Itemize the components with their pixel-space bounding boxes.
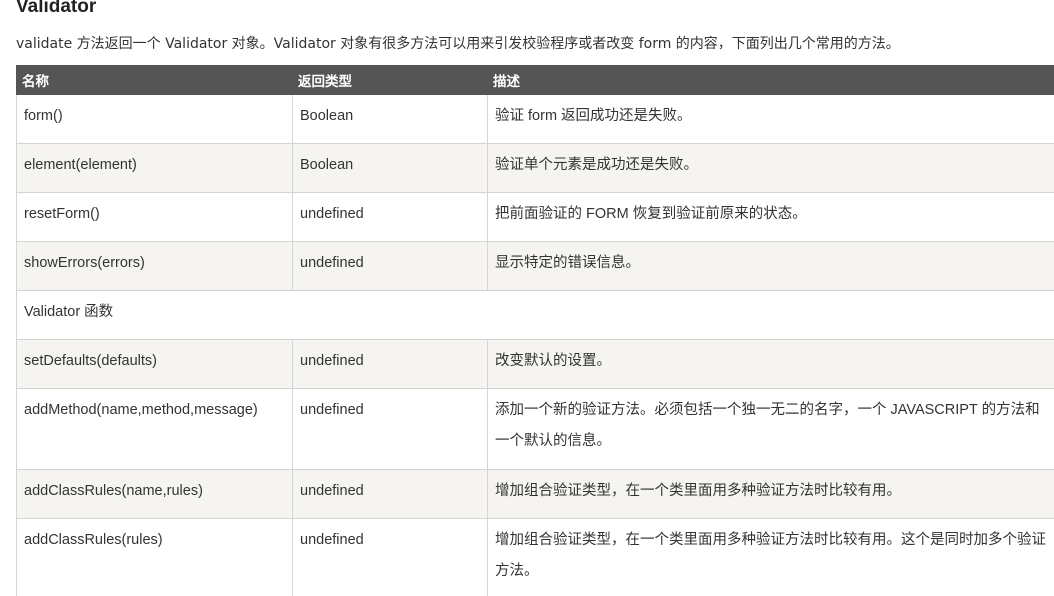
- return-type-cell: undefined: [292, 192, 488, 242]
- return-type-cell: undefined: [292, 469, 488, 519]
- method-name-cell: addClassRules(rules): [16, 518, 293, 596]
- description-cell: 改变默认的设置。: [487, 339, 1054, 389]
- description-cell: 添加一个新的验证方法。必须包括一个独一无二的名字，一个 JAVASCRIPT 的…: [487, 388, 1054, 470]
- table-row: resetForm() undefined 把前面验证的 FORM 恢复到验证前…: [16, 192, 1054, 242]
- method-name-cell: form(): [16, 94, 293, 144]
- method-name-cell: showErrors(errors): [16, 241, 293, 291]
- page: Validator validate 方法返回一个 Validator 对象。V…: [0, 0, 1054, 596]
- validator-methods-table: 名称 返回类型 描述 form() Boolean 验证 form 返回成功还是…: [16, 65, 1054, 596]
- return-type-cell: undefined: [292, 339, 488, 389]
- method-name-cell: setDefaults(defaults): [16, 339, 293, 389]
- description-cell: 增加组合验证类型，在一个类里面用多种验证方法时比较有用。这个是同时加多个验证方法…: [487, 518, 1054, 596]
- section-label-cell: Validator 函数: [16, 290, 1054, 340]
- table-row: addMethod(name,method,message) undefined…: [16, 388, 1054, 470]
- table-row: addClassRules(name,rules) undefined 增加组合…: [16, 469, 1054, 519]
- column-header-name: 名称: [16, 65, 293, 95]
- method-name-cell: element(element): [16, 143, 293, 193]
- table-section-row: Validator 函数: [16, 290, 1054, 340]
- section-heading: Validator: [16, 0, 97, 17]
- return-type-cell: undefined: [292, 388, 488, 470]
- table-row: addClassRules(rules) undefined 增加组合验证类型，…: [16, 518, 1054, 596]
- method-name-cell: resetForm(): [16, 192, 293, 242]
- column-header-return-type: 返回类型: [292, 65, 488, 95]
- description-cell: 增加组合验证类型，在一个类里面用多种验证方法时比较有用。: [487, 469, 1054, 519]
- method-name-cell: addClassRules(name,rules): [16, 469, 293, 519]
- method-name-cell: addMethod(name,method,message): [16, 388, 293, 470]
- table-row: element(element) Boolean 验证单个元素是成功还是失败。: [16, 143, 1054, 193]
- table-row: showErrors(errors) undefined 显示特定的错误信息。: [16, 241, 1054, 291]
- return-type-cell: Boolean: [292, 94, 488, 144]
- intro-paragraph: validate 方法返回一个 Validator 对象。Validator 对…: [16, 36, 900, 52]
- table-header-row: 名称 返回类型 描述: [16, 65, 1054, 95]
- return-type-cell: undefined: [292, 518, 488, 596]
- return-type-cell: undefined: [292, 241, 488, 291]
- description-cell: 把前面验证的 FORM 恢复到验证前原来的状态。: [487, 192, 1054, 242]
- return-type-cell: Boolean: [292, 143, 488, 193]
- table-row: form() Boolean 验证 form 返回成功还是失败。: [16, 94, 1054, 144]
- column-header-description: 描述: [487, 65, 1054, 95]
- description-cell: 显示特定的错误信息。: [487, 241, 1054, 291]
- table-row: setDefaults(defaults) undefined 改变默认的设置。: [16, 339, 1054, 389]
- description-cell: 验证单个元素是成功还是失败。: [487, 143, 1054, 193]
- description-cell: 验证 form 返回成功还是失败。: [487, 94, 1054, 144]
